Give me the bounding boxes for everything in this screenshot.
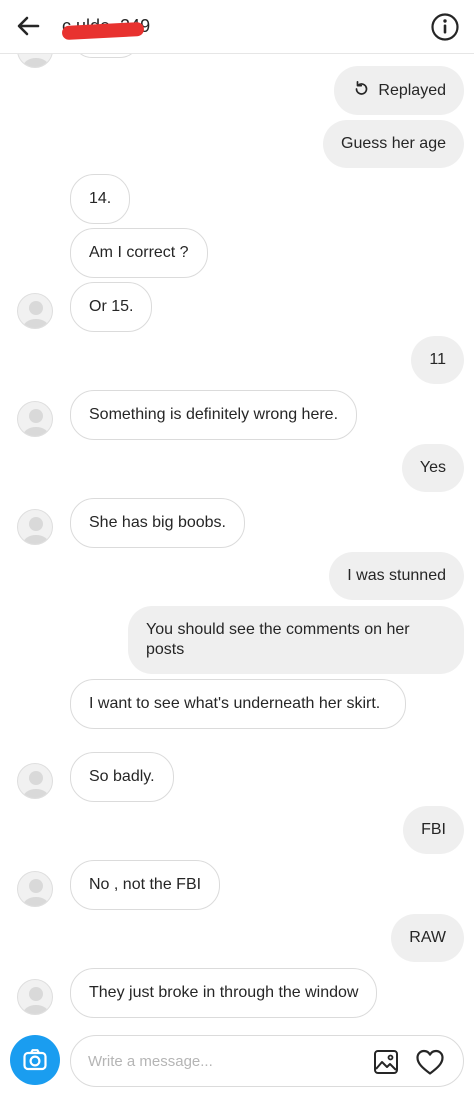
chat-header: c ulde_249	[0, 0, 474, 54]
message-text: Yes	[419, 459, 446, 476]
message-text: FBI	[421, 821, 446, 838]
message-composer	[0, 1024, 474, 1098]
message-bubble-incoming[interactable]: Am I correct ?	[70, 228, 208, 278]
message-text: So badly.	[89, 768, 155, 785]
message-text: I want to see what's underneath her skir…	[89, 695, 381, 712]
message-bubble-incoming[interactable]: 14.	[70, 174, 131, 224]
message-bubble-outgoing[interactable]: FBI	[403, 806, 464, 854]
message-text: She has big boobs.	[89, 514, 226, 531]
replay-icon	[356, 80, 368, 95]
contact-avatar[interactable]	[17, 763, 53, 799]
image-icon[interactable]	[373, 1049, 399, 1075]
info-icon[interactable]	[430, 12, 460, 42]
contact-avatar[interactable]	[17, 401, 53, 437]
message-bubble-incoming[interactable]: They just broke in through the window	[70, 968, 378, 1018]
camera-button[interactable]	[10, 1035, 60, 1085]
message-input[interactable]	[88, 1050, 348, 1072]
message-bubble-outgoing[interactable]: RAW	[391, 914, 464, 962]
message-bubble-outgoing[interactable]: I was stunned	[329, 552, 464, 600]
message-text: Am I correct ?	[89, 244, 189, 261]
message-bubble-outgoing[interactable]: 11	[411, 336, 464, 384]
contact-avatar[interactable]	[17, 871, 53, 907]
message-bubble-outgoing[interactable]: Guess her age	[323, 120, 464, 168]
message-bubble-outgoing[interactable]: Replayed	[334, 66, 464, 115]
arrow-left-icon[interactable]	[12, 10, 44, 42]
message-text: I was stunned	[347, 567, 446, 584]
message-text: No , not the FBI	[89, 876, 202, 893]
message-bubble-outgoing[interactable]: You should see the comments on her posts	[128, 606, 464, 674]
message-text: Something is definitely wrong here.	[89, 406, 339, 423]
camera-icon	[23, 1049, 47, 1071]
message-text: 14.	[89, 190, 112, 207]
contact-avatar[interactable]	[17, 54, 53, 68]
message-text: RAW	[409, 929, 446, 946]
message-text: 11	[429, 351, 446, 368]
message-text: Replayed	[378, 82, 446, 99]
message-bubble-incoming[interactable]: So badly.	[70, 752, 174, 802]
message-input-box[interactable]	[70, 1035, 464, 1087]
message-bubble-incoming[interactable]: Something is definitely wrong here.	[70, 390, 358, 440]
message-bubble-outgoing[interactable]: Yes	[401, 444, 464, 492]
message-thread[interactable]: Replayed Guess her age 14. Am I correct …	[0, 54, 474, 1024]
redaction-mark	[61, 21, 145, 41]
message-text: Guess her age	[341, 135, 446, 152]
message-bubble-incoming[interactable]: She has big boobs.	[70, 498, 245, 548]
message-bubble-partial	[72, 54, 140, 58]
message-bubble-incoming[interactable]: No , not the FBI	[70, 860, 221, 910]
message-bubble-incoming[interactable]: Or 15.	[70, 282, 153, 332]
message-text: They just broke in through the window	[89, 984, 359, 1001]
contact-avatar[interactable]	[17, 979, 53, 1015]
contact-avatar[interactable]	[17, 293, 53, 329]
message-text: You should see the comments on her posts	[146, 621, 410, 658]
message-bubble-incoming[interactable]: I want to see what's underneath her skir…	[70, 679, 406, 729]
heart-icon[interactable]	[415, 1048, 445, 1076]
message-text: Or 15.	[89, 298, 134, 315]
contact-avatar[interactable]	[17, 509, 53, 545]
